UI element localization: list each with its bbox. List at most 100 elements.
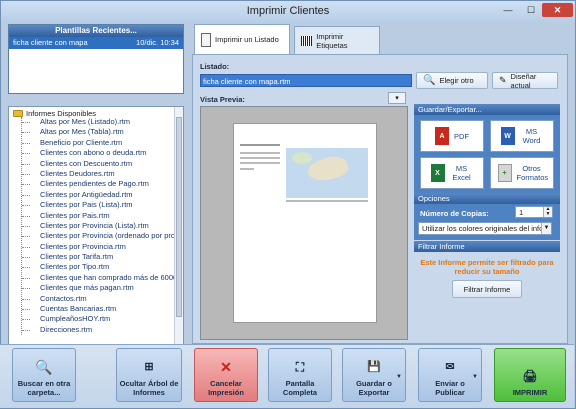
- cancelar-impresion-button[interactable]: ✕ Cancelar Impresión: [194, 348, 258, 402]
- recent-template-date: 10/dic. 10:34: [136, 38, 179, 47]
- close-button[interactable]: ✕: [542, 3, 573, 17]
- preview-options-dropdown[interactable]: ▾: [388, 92, 406, 104]
- recent-templates-header: Plantillas Recientes...: [9, 25, 183, 37]
- elegir-otro-label: Elegir otro: [439, 76, 474, 85]
- word-label: MS Word: [522, 127, 541, 145]
- listado-field[interactable]: ficha cliente con mapa.rtm: [200, 74, 412, 87]
- recent-template-item[interactable]: ficha cliente con mapa 10/dic. 10:34: [9, 37, 183, 49]
- enviar-publicar-button[interactable]: ✉ Enviar o Publicar ▼: [418, 348, 482, 402]
- export-icon: 💾: [367, 360, 381, 373]
- report-item[interactable]: Clientes por Provincia (ordenado por pro…: [22, 231, 183, 241]
- search-icon: 🔍: [35, 358, 53, 375]
- report-item[interactable]: Clientes pendientes de Pago.rtm: [22, 179, 183, 189]
- recent-template-name: ficha cliente con mapa: [13, 38, 88, 47]
- report-item[interactable]: Altas por Mes (Listado).rtm: [22, 117, 183, 127]
- map-land: [292, 152, 312, 164]
- report-item[interactable]: Direcciones.rtm: [22, 325, 183, 335]
- report-item[interactable]: CumpleañosHOY.rtm: [22, 314, 183, 324]
- document-icon: [201, 32, 211, 47]
- vista-previa-label: Vista Previa:: [200, 95, 245, 104]
- dropdown-caret-icon[interactable]: ▼: [472, 373, 478, 382]
- preview-page: [233, 123, 377, 323]
- tab-label: Imprimir Etiquetas: [316, 31, 348, 50]
- maximize-button[interactable]: ☐: [521, 3, 541, 17]
- report-item[interactable]: Clientes por Provincia (Lista).rtm: [22, 221, 183, 231]
- left-panel: Plantillas Recientes... ficha cliente co…: [8, 24, 184, 356]
- colors-select-value: Utilizar los colores originales del info…: [422, 224, 549, 233]
- reports-tree: Informes Disponibles Altas por Mes (List…: [8, 106, 184, 356]
- preview-line: [240, 162, 280, 164]
- tree-icon: ⊞: [144, 360, 154, 373]
- report-item[interactable]: Clientes por Provincia.rtm: [22, 242, 183, 252]
- guardar-label: Guardar o Exportar: [356, 379, 392, 397]
- report-item[interactable]: Clientes por Tarifa.rtm: [22, 252, 183, 262]
- buscar-carpeta-button[interactable]: 🔍 Buscar en otra carpeta...: [12, 348, 76, 402]
- filter-header: Filtrar Informe: [414, 241, 560, 252]
- enviar-label: Enviar o Publicar: [435, 379, 465, 397]
- word-button[interactable]: W MS Word: [490, 120, 554, 152]
- chevron-down-icon: ▼: [541, 223, 551, 234]
- options-header: Opciones: [414, 193, 560, 204]
- report-item[interactable]: Clientes Deudores.rtm: [22, 169, 183, 179]
- word-icon: W: [500, 127, 515, 145]
- reports-list: Altas por Mes (Listado).rtm Altas por Mes…: [21, 117, 183, 336]
- filtrar-informe-label: Filtrar Informe: [463, 284, 511, 294]
- pantalla-completa-button[interactable]: ⛶ Pantalla Completa: [268, 348, 332, 402]
- colors-select[interactable]: Utilizar los colores originales del info…: [418, 222, 552, 235]
- report-item[interactable]: Clientes por Antigüedad.rtm: [22, 190, 183, 200]
- preview-line: [240, 157, 280, 159]
- filtrar-informe-button[interactable]: Filtrar Informe: [452, 280, 522, 298]
- ocultar-arbol-button[interactable]: ⊞ Ocultar Árbol de Informes: [116, 348, 182, 402]
- preview-area[interactable]: [200, 106, 408, 340]
- title-bar: Imprimir Clientes — ☐ ✕: [1, 1, 575, 23]
- report-item[interactable]: Beneficio por Cliente.rtm: [22, 138, 183, 148]
- report-item[interactable]: Altas por Mes (Tabla).rtm: [22, 127, 183, 137]
- design-icon: ✎: [499, 75, 507, 85]
- scroll-thumb[interactable]: [176, 117, 182, 317]
- disenar-actual-button[interactable]: ✎ Diseñar actual: [492, 71, 558, 90]
- map-image: [286, 148, 368, 198]
- cancel-x-icon: ✕: [220, 358, 232, 375]
- reports-scrollbar[interactable]: [174, 107, 183, 355]
- recent-templates-panel: Plantillas Recientes... ficha cliente co…: [8, 24, 184, 94]
- report-item[interactable]: Cuentas Bancarias.rtm: [22, 304, 183, 314]
- excel-icon: X: [430, 164, 445, 182]
- pantalla-label: Pantalla Completa: [282, 379, 318, 397]
- listado-label: Listado:: [200, 62, 230, 71]
- report-item[interactable]: Clientes por Tipo.rtm: [22, 262, 183, 272]
- tab-imprimir-etiquetas[interactable]: Imprimir Etiquetas: [294, 26, 380, 54]
- reports-root[interactable]: Informes Disponibles: [9, 107, 183, 118]
- printer-icon: 🖨: [522, 368, 538, 383]
- report-item[interactable]: Clientes por Pais.rtm: [22, 211, 183, 221]
- preview-line: [240, 168, 254, 170]
- dropdown-caret-icon[interactable]: ▼: [396, 373, 402, 382]
- map-land: [305, 152, 351, 186]
- otros-formatos-button[interactable]: + Otros Formatos: [490, 157, 554, 189]
- pdf-button[interactable]: A PDF: [420, 120, 484, 152]
- report-item[interactable]: Contactos.rtm: [22, 294, 183, 304]
- spin-arrows-icon[interactable]: ▲ ▼: [543, 207, 552, 217]
- disenar-actual-label: Diseñar actual: [510, 71, 537, 90]
- copies-stepper[interactable]: 1 ▲ ▼: [515, 206, 553, 218]
- elegir-otro-button[interactable]: 🔍 Elegir otro: [416, 72, 488, 89]
- excel-button[interactable]: X MS Excel: [420, 157, 484, 189]
- imprimir-button[interactable]: 🖨 IMPRIMIR: [494, 348, 566, 402]
- minimize-button[interactable]: —: [497, 3, 519, 17]
- report-item[interactable]: Clientes por Pais (Lista).rtm: [22, 200, 183, 210]
- tab-imprimir-listado[interactable]: Imprimir un Listado: [194, 24, 290, 54]
- report-item[interactable]: Clientes con Descuento.rtm: [22, 159, 183, 169]
- pdf-label: PDF: [454, 131, 469, 141]
- report-item[interactable]: Clientes que más pagan.rtm: [22, 283, 183, 293]
- guardar-exportar-button[interactable]: 💾 Guardar o Exportar ▼: [342, 348, 406, 402]
- barcode-icon: [301, 35, 313, 46]
- preview-line: [286, 200, 368, 202]
- add-document-icon: +: [497, 164, 512, 182]
- filter-description: Este Informe permite ser filtrado para r…: [420, 258, 554, 276]
- report-item[interactable]: Clientes que han comprado más de 6000 l: [22, 273, 183, 283]
- imprimir-label: IMPRIMIR: [512, 388, 548, 397]
- copies-value: 1: [519, 208, 524, 217]
- excel-label: MS Excel: [452, 164, 471, 182]
- window-title: Imprimir Clientes: [246, 5, 330, 17]
- buscar-label: Buscar en otra carpeta...: [17, 379, 71, 397]
- report-item[interactable]: Clientes con abono o deuda.rtm: [22, 148, 183, 158]
